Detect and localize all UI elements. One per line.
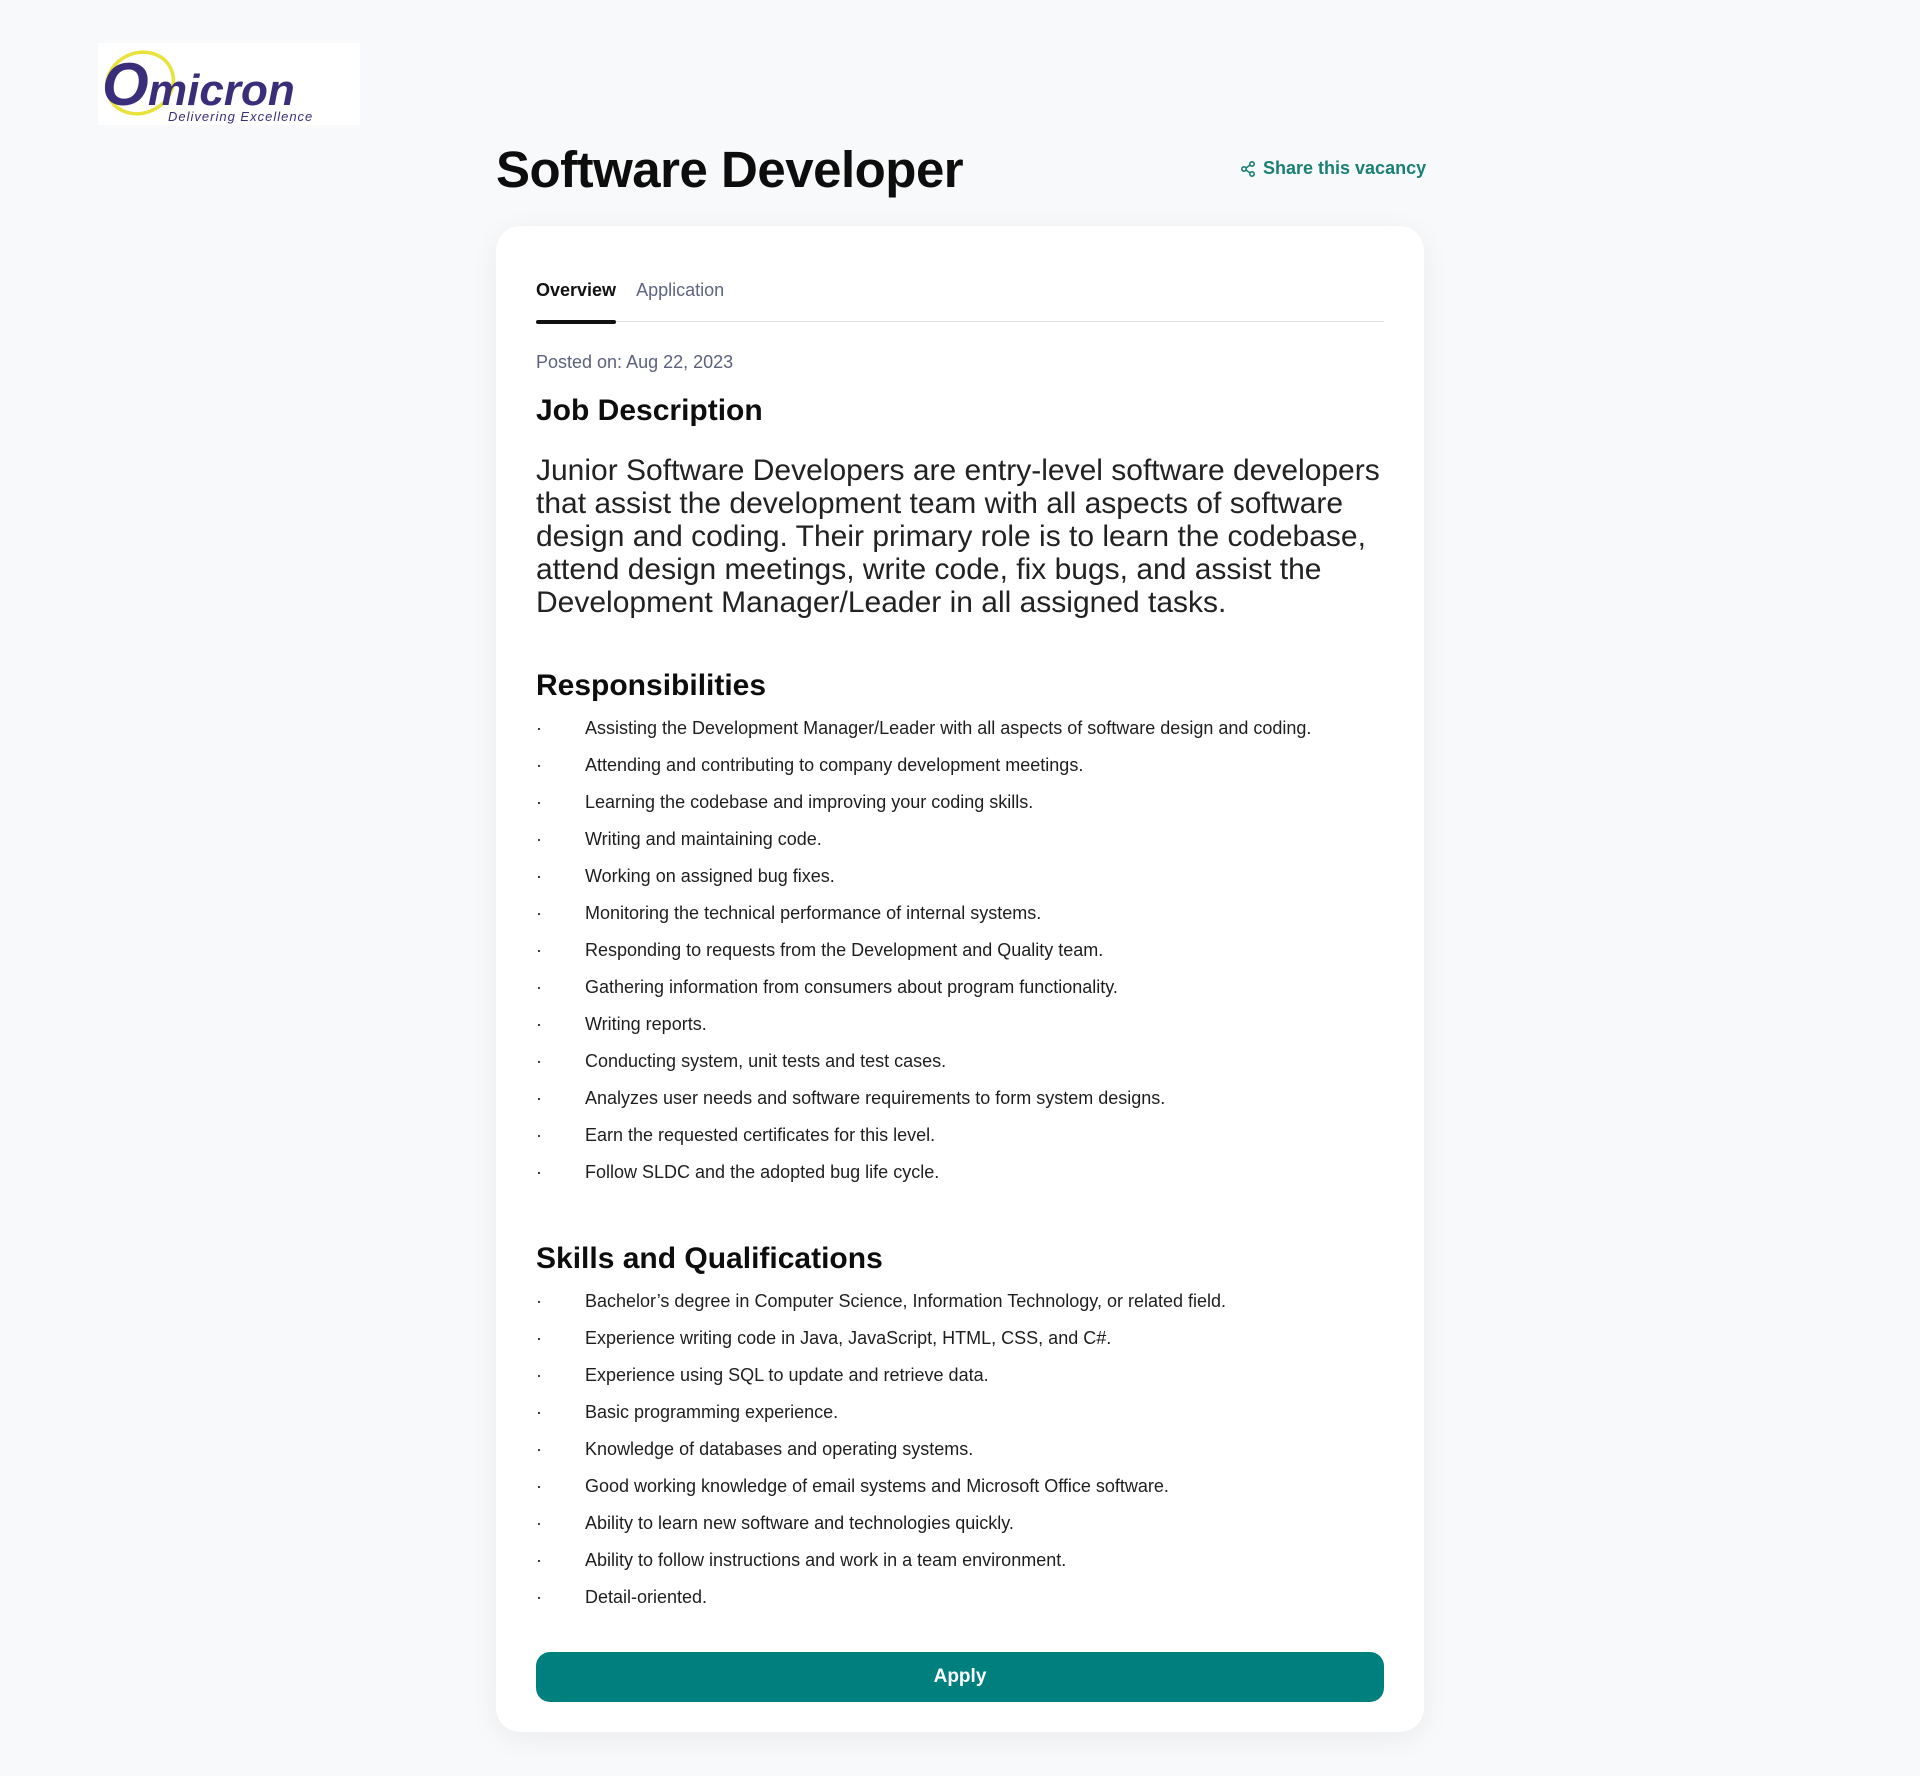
skills-heading: Skills and Qualifications bbox=[536, 1242, 883, 1275]
list-item: · Ability to follow instructions and work… bbox=[536, 1550, 1396, 1587]
bullet: · bbox=[536, 755, 542, 775]
list-item-text: Responding to requests from the Developm… bbox=[585, 940, 1104, 960]
list-item: · Writing and maintaining code. bbox=[536, 829, 1396, 866]
logo-wordmark: micron bbox=[148, 66, 295, 115]
list-item-text: Bachelor’s degree in Computer Science, I… bbox=[585, 1291, 1227, 1311]
bullet: · bbox=[536, 1014, 542, 1034]
responsibilities-heading: Responsibilities bbox=[536, 669, 767, 702]
share-vacancy-link[interactable]: Share this vacancy bbox=[1240, 158, 1426, 179]
list-item: · Bachelor’s degree in Computer Science, … bbox=[536, 1291, 1396, 1328]
list-item-text: Writing and maintaining code. bbox=[585, 829, 822, 849]
list-item: · Conducting system, unit tests and test … bbox=[536, 1051, 1396, 1088]
tab-overview[interactable]: Overview bbox=[536, 276, 617, 324]
page-title: Software Developer bbox=[496, 141, 964, 198]
bullet: · bbox=[536, 903, 542, 923]
logo-tagline: Delivering Excellence bbox=[168, 109, 313, 124]
share-label: Share this vacancy bbox=[1263, 158, 1427, 178]
bullet: · bbox=[536, 977, 542, 997]
bullet: · bbox=[536, 1402, 542, 1422]
list-item: · Detail-oriented. bbox=[536, 1587, 1396, 1624]
bullet: · bbox=[536, 866, 542, 886]
bullet: · bbox=[536, 1365, 542, 1385]
list-item: · Experience using SQL to update and retr… bbox=[536, 1365, 1396, 1402]
list-item-text: Basic programming experience. bbox=[585, 1402, 839, 1422]
share-icon bbox=[1240, 160, 1255, 177]
tab-application[interactable]: Application bbox=[636, 276, 724, 322]
list-item-text: Assisting the Development Manager/Leader… bbox=[585, 718, 1312, 738]
list-item: · Learning the codebase and improving you… bbox=[536, 792, 1396, 829]
list-item: · Knowledge of databases and operating sy… bbox=[536, 1439, 1396, 1476]
bullet: · bbox=[536, 1550, 542, 1570]
list-item: · Assisting the Development Manager/Leade… bbox=[536, 718, 1396, 755]
job-card: Overview Application Posted on: Aug 22, … bbox=[496, 226, 1424, 1732]
list-item-text: Writing reports. bbox=[585, 1014, 707, 1034]
list-item-text: Analyzes user needs and software require… bbox=[585, 1088, 1166, 1108]
bullet: · bbox=[536, 1088, 542, 1108]
logo-wordmark-initial: O bbox=[102, 51, 149, 118]
job-description-text: Junior Software Developers are entry-lev… bbox=[536, 454, 1380, 619]
list-item: · Writing reports. bbox=[536, 1014, 1396, 1051]
list-item-text: Attending and contributing to company de… bbox=[585, 755, 1084, 775]
list-item: · Follow SLDC and the adopted bug life cy… bbox=[536, 1162, 1396, 1199]
list-item: · Gathering information from consumers ab… bbox=[536, 977, 1396, 1014]
list-item-text: Experience using SQL to update and retri… bbox=[585, 1365, 989, 1385]
bullet: · bbox=[536, 1162, 542, 1182]
list-item-text: Knowledge of databases and operating sys… bbox=[585, 1439, 974, 1459]
responsibilities-list: · Assisting the Development Manager/Leade… bbox=[536, 718, 1396, 1199]
list-item: · Basic programming experience. bbox=[536, 1402, 1396, 1439]
omicron-logo-graphic: O micron Delivering Excellence bbox=[102, 50, 313, 124]
list-item: · Analyzes user needs and software requir… bbox=[536, 1088, 1396, 1125]
list-item-text: Experience writing code in Java, JavaScr… bbox=[585, 1328, 1112, 1348]
list-item-text: Ability to learn new software and techno… bbox=[585, 1513, 1014, 1533]
bullet: · bbox=[536, 718, 542, 738]
job-description-heading: Job Description bbox=[536, 394, 763, 427]
list-item-text: Learning the codebase and improving your… bbox=[585, 792, 1034, 812]
company-logo[interactable]: O micron Delivering Excellence bbox=[98, 43, 360, 125]
list-item: · Good working knowledge of email systems… bbox=[536, 1476, 1396, 1513]
list-item-text: Follow SLDC and the adopted bug life cyc… bbox=[585, 1162, 940, 1182]
bullet: · bbox=[536, 792, 542, 812]
list-item-text: Conducting system, unit tests and test c… bbox=[585, 1051, 947, 1071]
list-item: · Responding to requests from the Develop… bbox=[536, 940, 1396, 977]
skills-list: · Bachelor’s degree in Computer Science, … bbox=[536, 1291, 1396, 1624]
bullet: · bbox=[536, 1328, 542, 1348]
list-item: · Experience writing code in Java, JavaSc… bbox=[536, 1328, 1396, 1365]
list-item-text: Earn the requested certificates for this… bbox=[585, 1125, 936, 1145]
bullet: · bbox=[536, 1051, 542, 1071]
list-item-text: Good working knowledge of email systems … bbox=[585, 1476, 1169, 1496]
list-item: · Monitoring the technical performance of… bbox=[536, 903, 1396, 940]
list-item-text: Gathering information from consumers abo… bbox=[585, 977, 1118, 997]
bullet: · bbox=[536, 1439, 542, 1459]
list-item: · Attending and contributing to company d… bbox=[536, 755, 1396, 792]
bullet: · bbox=[536, 1291, 542, 1311]
bullet: · bbox=[536, 940, 542, 960]
bullet: · bbox=[536, 1476, 542, 1496]
tab-bar: Overview Application bbox=[536, 276, 1384, 324]
bullet: · bbox=[536, 1125, 542, 1145]
list-item-text: Ability to follow instructions and work … bbox=[585, 1550, 1067, 1570]
bullet: · bbox=[536, 829, 542, 849]
list-item: · Working on assigned bug fixes. bbox=[536, 866, 1396, 903]
list-item-text: Monitoring the technical performance of … bbox=[585, 903, 1042, 923]
list-item: · Earn the requested certificates for thi… bbox=[536, 1125, 1396, 1162]
list-item-text: Working on assigned bug fixes. bbox=[585, 866, 835, 886]
list-item: · Ability to learn new software and techn… bbox=[536, 1513, 1396, 1550]
bullet: · bbox=[536, 1513, 542, 1533]
bullet: · bbox=[536, 1587, 542, 1607]
apply-button[interactable]: Apply bbox=[536, 1652, 1384, 1702]
list-item-text: Detail-oriented. bbox=[585, 1587, 708, 1607]
posted-date: Posted on: Aug 22, 2023 bbox=[536, 352, 734, 372]
